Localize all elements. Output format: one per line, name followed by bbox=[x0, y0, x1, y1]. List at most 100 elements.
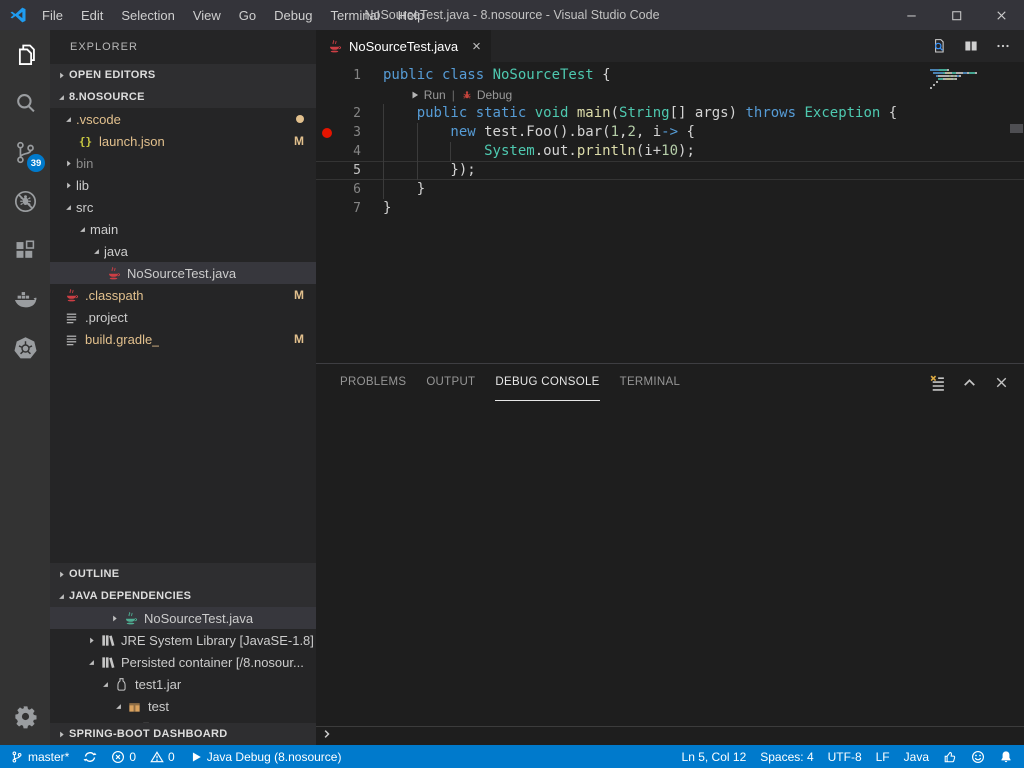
language-mode[interactable]: Java bbox=[897, 745, 936, 768]
maximize-panel-button[interactable] bbox=[961, 374, 978, 391]
open-changes-button[interactable] bbox=[926, 33, 952, 59]
smiley-feedback[interactable] bbox=[964, 745, 992, 768]
section-header-java-dependencies[interactable]: JAVA DEPENDENCIES bbox=[50, 585, 316, 607]
cursor-position[interactable]: Ln 5, Col 12 bbox=[675, 745, 754, 768]
item-label: main bbox=[90, 222, 118, 237]
close-tab-button[interactable]: × bbox=[472, 39, 481, 54]
code-line-4[interactable]: 4System.out.println(i+10); bbox=[316, 142, 1024, 161]
menu-file[interactable]: File bbox=[33, 0, 72, 30]
panel-tab-debug-console[interactable]: DEBUG CONSOLE bbox=[495, 364, 599, 401]
breakpoint-zone[interactable] bbox=[316, 199, 337, 218]
breakpoint-zone[interactable] bbox=[316, 123, 337, 142]
code-line-6[interactable]: 6} bbox=[316, 180, 1024, 199]
menu-selection[interactable]: Selection bbox=[112, 0, 183, 30]
tree-item-bin[interactable]: bin bbox=[50, 152, 316, 174]
line-number[interactable]: 5 bbox=[337, 161, 361, 180]
notifications[interactable] bbox=[992, 745, 1020, 768]
tree-item-lib[interactable]: lib bbox=[50, 174, 316, 196]
activity-kubernetes-button[interactable] bbox=[0, 324, 50, 373]
minimap[interactable] bbox=[930, 69, 1008, 90]
code-editor[interactable]: 1 public class NoSourceTest { Run | Debug 2pu… bbox=[316, 62, 1024, 363]
activity-search-button[interactable] bbox=[0, 79, 50, 128]
section-header-open-editors[interactable]: OPEN EDITORS bbox=[50, 64, 316, 86]
code-line-2[interactable]: 2public static void main(String[] args) … bbox=[316, 104, 1024, 123]
panel-tab-problems[interactable]: PROBLEMS bbox=[340, 364, 406, 401]
warnings-status[interactable]: 0 bbox=[143, 745, 182, 768]
breakpoint-zone[interactable] bbox=[316, 161, 337, 180]
tree-item-test[interactable]: test bbox=[50, 695, 316, 717]
line-number[interactable]: 1 bbox=[337, 66, 361, 85]
menu-go[interactable]: Go bbox=[230, 0, 265, 30]
codelens-separator: | bbox=[452, 88, 455, 102]
tree-item-src[interactable]: src bbox=[50, 196, 316, 218]
line-number[interactable]: 3 bbox=[337, 123, 361, 142]
item-label: test bbox=[148, 699, 169, 714]
sidebar-empty-space bbox=[50, 350, 316, 563]
editor-tab-nosourcetest-java[interactable]: NoSourceTest.java× bbox=[316, 30, 491, 62]
breakpoint-zone[interactable] bbox=[316, 142, 337, 161]
line-number[interactable]: 6 bbox=[337, 180, 361, 199]
codelens-run-link[interactable]: Run bbox=[410, 88, 446, 102]
code-line-5[interactable]: 5}); bbox=[316, 161, 1024, 180]
section-header-8-nosource[interactable]: 8.NOSOURCE bbox=[50, 86, 316, 108]
activity-explorer-button[interactable] bbox=[0, 30, 50, 79]
split-editor-button[interactable] bbox=[958, 33, 984, 59]
panel-tab-terminal[interactable]: TERMINAL bbox=[620, 364, 681, 401]
section-header-outline[interactable]: OUTLINE bbox=[50, 563, 316, 585]
tree-item-java[interactable]: java bbox=[50, 240, 316, 262]
menu-view[interactable]: View bbox=[184, 0, 230, 30]
tree-item-nosourcetest-java[interactable]: NoSourceTest.java bbox=[50, 607, 316, 629]
breakpoint-zone[interactable] bbox=[316, 180, 337, 199]
tree-item-build-gradle[interactable]: build.gradle_M bbox=[50, 328, 316, 350]
tree-item-nosourcetest-java[interactable]: NoSourceTest.java bbox=[50, 262, 316, 284]
more-actions-button[interactable] bbox=[990, 33, 1016, 59]
breakpoint-zone[interactable] bbox=[316, 66, 337, 85]
activity-manage-button[interactable] bbox=[0, 692, 50, 741]
feedback[interactable] bbox=[936, 745, 964, 768]
codelens-debug-link[interactable]: Debug bbox=[461, 88, 512, 102]
line-number[interactable]: 4 bbox=[337, 142, 361, 161]
tree-item-project[interactable]: .project bbox=[50, 306, 316, 328]
breakpoint-zone[interactable] bbox=[316, 104, 337, 123]
clear-console-button[interactable] bbox=[929, 374, 946, 391]
tree-item-jre-system-library-javase-1-8[interactable]: JRE System Library [JavaSE-1.8] bbox=[50, 629, 316, 651]
activity-source-control-button[interactable]: 39 bbox=[0, 128, 50, 177]
debug-console-content[interactable] bbox=[316, 401, 1024, 726]
debug-console-input[interactable] bbox=[316, 726, 1024, 745]
code-line-3[interactable]: 3new test.Foo().bar(1,2, i-> { bbox=[316, 123, 1024, 142]
debug-config-status[interactable]: Java Debug (8.nosource) bbox=[182, 745, 349, 768]
code-line-1[interactable]: 1 public class NoSourceTest { bbox=[316, 66, 1024, 85]
activity-debug-button[interactable] bbox=[0, 177, 50, 226]
code-token: { bbox=[880, 105, 897, 121]
panel-tab-output[interactable]: OUTPUT bbox=[426, 364, 475, 401]
git-branch-status[interactable]: master* bbox=[3, 745, 76, 768]
close-panel-button[interactable] bbox=[993, 374, 1010, 391]
sync-status[interactable] bbox=[76, 745, 104, 768]
menu-debug[interactable]: Debug bbox=[265, 0, 321, 30]
tree-item-launch-json[interactable]: {}launch.jsonM bbox=[50, 130, 316, 152]
code-text: public class NoSourceTest { bbox=[383, 66, 611, 85]
errors-status[interactable]: 0 bbox=[104, 745, 143, 768]
encoding[interactable]: UTF-8 bbox=[821, 745, 869, 768]
minimize-button[interactable] bbox=[889, 0, 934, 30]
menu-edit[interactable]: Edit bbox=[72, 0, 112, 30]
tree-item-test1-jar[interactable]: test1.jar bbox=[50, 673, 316, 695]
line-number[interactable]: 2 bbox=[337, 104, 361, 123]
line-number[interactable]: 7 bbox=[337, 199, 361, 218]
tree-item-classpath[interactable]: .classpathM bbox=[50, 284, 316, 306]
breakpoint-indicator[interactable] bbox=[322, 128, 332, 138]
indentation[interactable]: Spaces: 4 bbox=[753, 745, 820, 768]
tree-item-persisted-container-8-nosour[interactable]: Persisted container [/8.nosour... bbox=[50, 651, 316, 673]
code-line-7[interactable]: 7} bbox=[316, 199, 1024, 218]
section-header-spring-boot-dashboard[interactable]: SPRING-BOOT DASHBOARD bbox=[50, 723, 316, 745]
maximize-button[interactable] bbox=[934, 0, 979, 30]
play-icon bbox=[189, 750, 203, 764]
tree-item-main[interactable]: main bbox=[50, 218, 316, 240]
close-window-button[interactable] bbox=[979, 0, 1024, 30]
activity-docker-button[interactable] bbox=[0, 275, 50, 324]
activity-extensions-button[interactable] bbox=[0, 226, 50, 275]
tree-item-vscode[interactable]: .vscode bbox=[50, 108, 316, 130]
editor-scrollbar[interactable] bbox=[1010, 124, 1023, 133]
status-left: master*00Java Debug (8.nosource) bbox=[3, 745, 348, 768]
eol[interactable]: LF bbox=[869, 745, 897, 768]
